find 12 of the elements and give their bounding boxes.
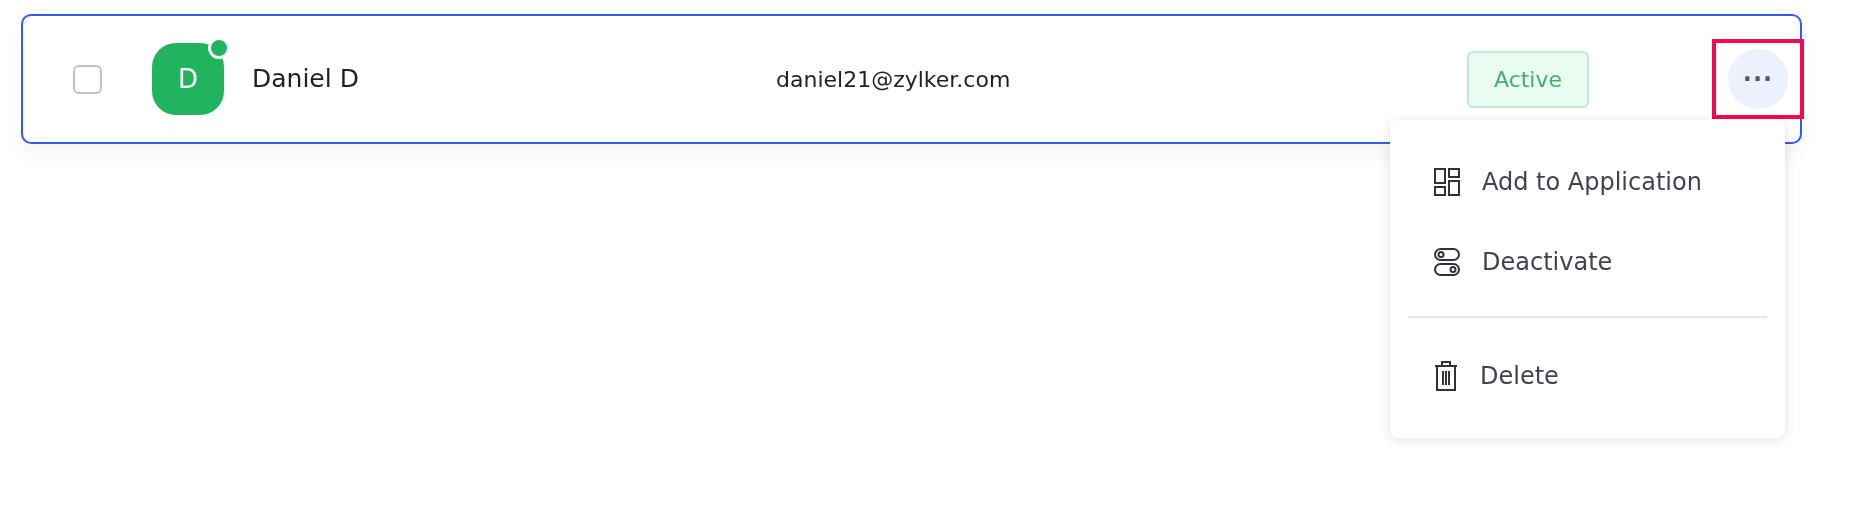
status-badge: Active (1467, 50, 1589, 108)
user-avatar: D (152, 43, 224, 115)
menu-item[interactable]: Deactivate (1390, 222, 1785, 302)
more-options-button[interactable]: ··· (1728, 49, 1788, 109)
toggle-icon (1434, 248, 1460, 276)
trash-icon (1434, 361, 1458, 391)
user-name: Daniel D (252, 64, 359, 94)
user-email: daniel21@zylker.com (776, 66, 1011, 92)
row-checkbox[interactable] (73, 64, 102, 94)
grid-icon (1434, 168, 1460, 196)
menu-item[interactable]: Add to Application (1390, 142, 1785, 222)
menu-item[interactable]: Delete (1390, 336, 1785, 416)
